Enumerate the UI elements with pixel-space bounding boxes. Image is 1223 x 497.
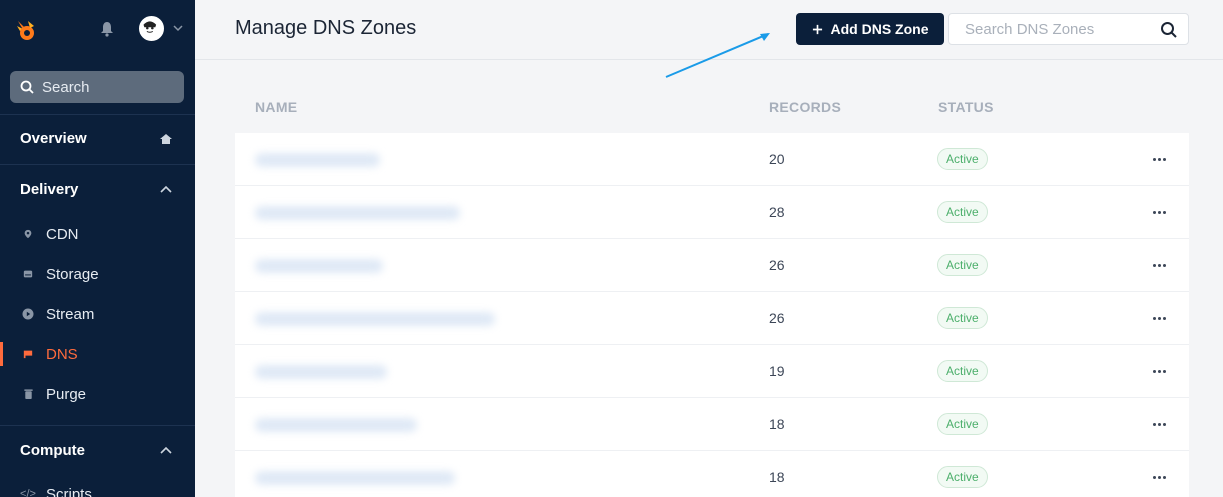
zone-name-redacted[interactable] [255,418,417,432]
more-options-icon[interactable] [1153,204,1167,220]
divider [0,425,195,426]
status-badge: Active [937,254,988,276]
sidebar: Search Overview Delivery CDN Storage Str… [0,0,195,497]
records-count: 26 [769,310,785,326]
chevron-up-icon[interactable] [159,183,173,197]
status-badge: Active [937,307,988,329]
add-dns-zone-button[interactable]: Add DNS Zone [796,13,944,45]
column-header-records[interactable]: RECORDS [769,99,841,115]
search-dns-zones[interactable] [948,13,1189,45]
search-icon [20,80,34,94]
bell-icon[interactable] [100,21,114,37]
table-row[interactable]: 26 Active [235,239,1189,292]
more-options-icon[interactable] [1153,257,1167,273]
map-pin-icon [22,228,34,240]
annotation-arrow [665,33,770,78]
sidebar-item-label: Storage [46,265,99,283]
status-badge: Active [937,413,988,435]
more-options-icon[interactable] [1153,310,1167,326]
records-count: 28 [769,204,785,220]
records-count: 18 [769,416,785,432]
table-row[interactable]: 28 Active [235,186,1189,239]
sidebar-section-compute[interactable]: Compute [20,442,85,459]
search-input[interactable] [949,20,1149,38]
sidebar-item-scripts[interactable]: </> Scripts [0,476,195,497]
sidebar-item-label: DNS [46,345,78,363]
table-row[interactable]: 26 Active [235,292,1189,345]
flag-icon [22,348,34,360]
bunny-logo-icon[interactable] [14,18,38,42]
divider [0,114,195,115]
search-icon[interactable] [1160,21,1178,39]
sidebar-section-overview[interactable]: Overview [20,130,87,147]
records-count: 19 [769,363,785,379]
sidebar-item-label: Stream [46,305,95,323]
home-icon [160,134,172,144]
plus-icon [812,24,822,34]
status-badge: Active [937,148,988,170]
sidebar-item-label: Purge [46,385,87,403]
table-row[interactable]: 18 Active [235,398,1189,451]
status-badge: Active [937,466,988,488]
records-count: 18 [769,469,785,485]
sidebar-item-purge[interactable]: Purge [0,376,195,412]
divider [0,164,195,165]
sidebar-item-cdn[interactable]: CDN [0,216,195,252]
zone-name-redacted[interactable] [255,206,460,220]
sidebar-search-label: Search [42,78,90,96]
sidebar-item-label: Scripts [46,485,92,497]
chevron-down-icon[interactable] [173,24,183,32]
table-row[interactable]: 19 Active [235,345,1189,398]
zone-name-redacted[interactable] [255,365,387,379]
sidebar-item-stream[interactable]: Stream [0,296,195,332]
play-icon [22,308,34,320]
code-icon: </> [20,488,36,497]
sidebar-search[interactable]: Search [10,71,184,103]
more-options-icon[interactable] [1153,416,1167,432]
zone-name-redacted[interactable] [255,153,380,167]
avatar[interactable] [139,16,164,41]
sidebar-item-storage[interactable]: Storage [0,256,195,292]
column-header-status[interactable]: STATUS [938,99,994,115]
records-count: 20 [769,151,785,167]
more-options-icon[interactable] [1153,151,1167,167]
sidebar-item-label: CDN [46,225,79,243]
zone-name-redacted[interactable] [255,259,383,273]
trash-icon [22,388,34,400]
page-title: Manage DNS Zones [235,17,417,39]
sidebar-item-dns[interactable]: DNS [0,336,195,372]
chevron-up-icon[interactable] [159,444,173,458]
zone-name-redacted[interactable] [255,471,455,485]
zone-name-redacted[interactable] [255,312,495,326]
records-count: 26 [769,257,785,273]
dns-zones-table: 20 Active 28 Active 26 Active 26 Active … [235,133,1189,497]
column-header-name[interactable]: NAME [255,99,297,115]
table-row[interactable]: 20 Active [235,133,1189,186]
status-badge: Active [937,201,988,223]
status-badge: Active [937,360,988,382]
sidebar-section-delivery[interactable]: Delivery [20,181,78,198]
more-options-icon[interactable] [1153,469,1167,485]
add-dns-zone-label: Add DNS Zone [830,21,929,37]
more-options-icon[interactable] [1153,363,1167,379]
table-row[interactable]: 18 Active [235,451,1189,497]
sidebar-top [0,0,195,60]
storage-icon [22,268,34,280]
